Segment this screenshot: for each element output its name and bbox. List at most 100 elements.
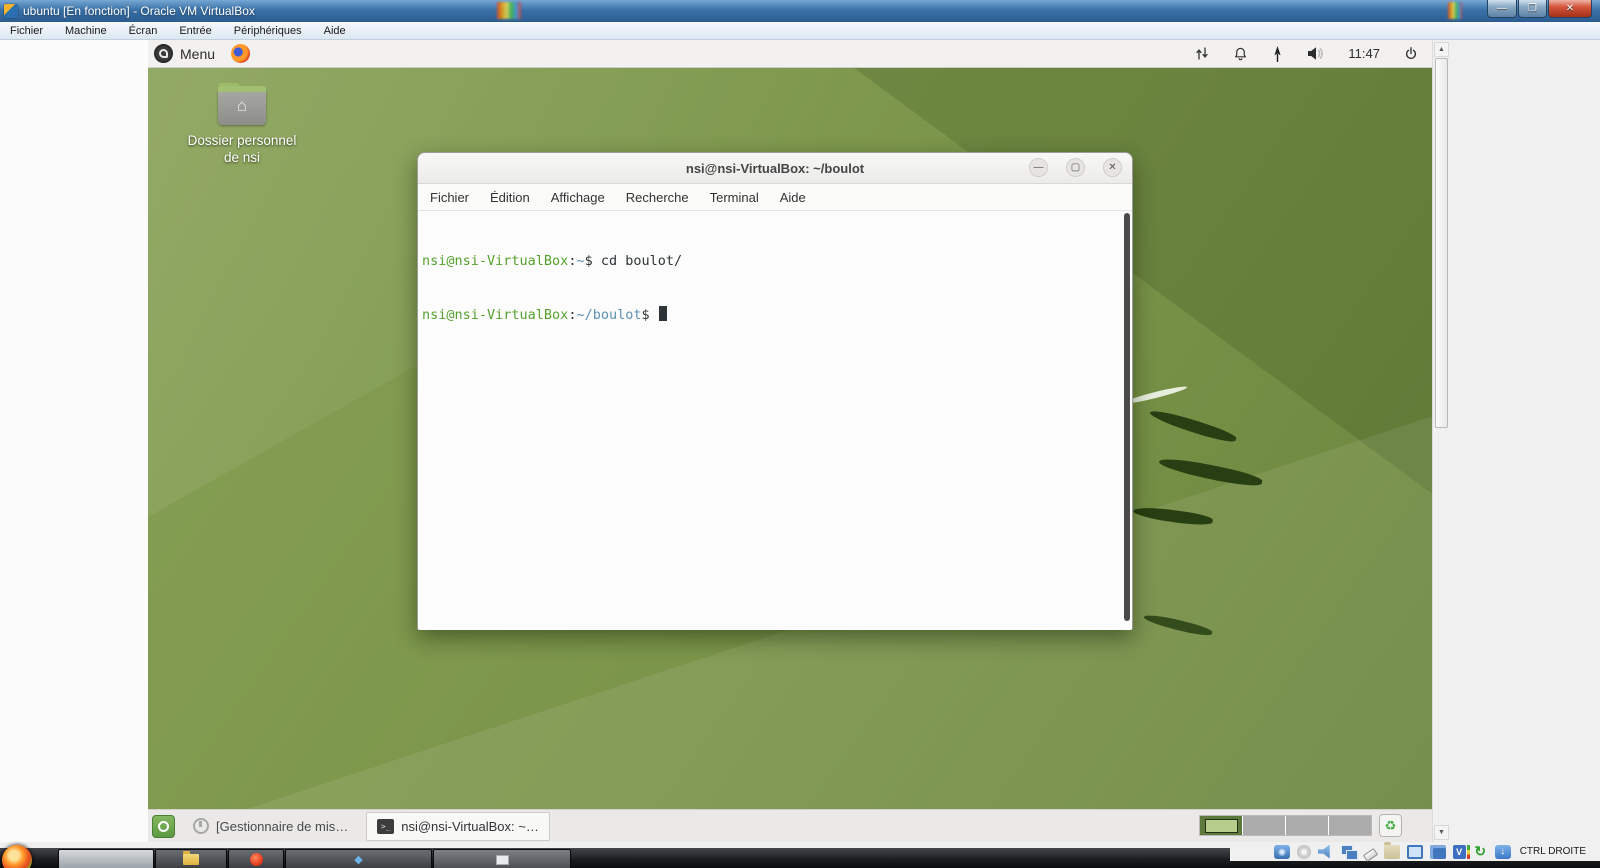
host-taskbar-button-app[interactable]: ◆	[285, 849, 432, 868]
host-taskbar-button-firefox[interactable]	[228, 849, 284, 868]
mint-taskbar-button[interactable]	[152, 814, 175, 838]
host-taskbar-button-window[interactable]	[433, 849, 571, 868]
recycle-icon: ♻	[1384, 817, 1397, 833]
terminal-menu-edition[interactable]: Édition	[490, 190, 530, 205]
vbox-statusbar: V ↻ ↓ CTRL DROITE	[1230, 841, 1600, 862]
features-stripe	[1466, 844, 1470, 859]
scroll-up-icon[interactable]: ▲	[1434, 42, 1449, 57]
status-mouse-integration-icon[interactable]: ↻	[1473, 843, 1488, 859]
aero-reflection	[497, 2, 521, 19]
firefox-icon	[249, 853, 263, 866]
terminal-menu-terminal[interactable]: Terminal	[710, 190, 759, 205]
host-menu-machine[interactable]: Machine	[65, 25, 107, 37]
status-shared-folders-icon[interactable]	[1383, 841, 1400, 859]
desktop-icon-label-line1: Dossier personnel	[187, 133, 297, 148]
host-menubar: Fichier Machine Écran Entrée Périphériqu…	[0, 22, 1600, 40]
terminal-window-controls: — ▢ ✕	[1029, 158, 1122, 177]
status-network-icon[interactable]	[1340, 844, 1358, 860]
scroll-down-icon[interactable]: ▼	[1434, 825, 1449, 840]
volume-icon[interactable]	[1307, 46, 1324, 61]
terminal-window: nsi@nsi-VirtualBox: ~/boulot — ▢ ✕ Fichi…	[417, 152, 1133, 630]
window-icon	[495, 854, 509, 865]
maximize-icon: ▢	[1070, 162, 1081, 173]
bluetooth-dart-icon[interactable]	[1272, 45, 1283, 62]
vm-client-area: Menu 11:47 ⌂ Dossier personnel de nsi ns…	[0, 40, 1600, 842]
update-manager-icon	[193, 818, 209, 834]
prompt-path: ~	[576, 253, 585, 269]
host-menu-peripheriques[interactable]: Périphériques	[234, 25, 302, 37]
workspace-1[interactable]	[1200, 816, 1242, 835]
host-key-label: CTRL DROITE	[1519, 846, 1586, 857]
guest-top-panel: Menu 11:47	[148, 40, 1432, 68]
prompt-dollar: $	[641, 307, 658, 323]
host-menu-entree[interactable]: Entrée	[179, 25, 211, 37]
taskbar-recycle-button[interactable]: ♻	[1379, 814, 1402, 837]
terminal-content[interactable]: nsi@nsi-VirtualBox:~$ cd boulot/ nsi@nsi…	[418, 211, 1132, 630]
terminal-menu-affichage[interactable]: Affichage	[551, 190, 605, 205]
wallpaper-grass-blade	[1157, 454, 1264, 490]
taskbar-item-terminal[interactable]: >_ nsi@nsi-VirtualBox: ~…	[366, 811, 550, 841]
status-features-icon[interactable]: V	[1452, 844, 1470, 859]
status-display-icon[interactable]	[1406, 844, 1423, 859]
host-menu-aide[interactable]: Aide	[324, 25, 346, 37]
terminal-maximize-button[interactable]: ▢	[1066, 158, 1085, 177]
panel-status-area: 11:47	[1195, 45, 1432, 62]
terminal-scrollbar[interactable]	[1124, 213, 1130, 621]
host-taskbar-button[interactable]	[58, 849, 154, 868]
desktop-icon-home[interactable]: ⌂ Dossier personnel de nsi	[156, 83, 328, 167]
host-titlebar[interactable]: ubuntu [En fonction] - Oracle VM Virtual…	[0, 0, 1600, 22]
terminal-title: nsi@nsi-VirtualBox: ~/boulot	[685, 160, 865, 176]
minimize-icon: —	[1497, 3, 1507, 14]
guest-display[interactable]: Menu 11:47 ⌂ Dossier personnel de nsi ns…	[148, 40, 1432, 842]
client-left-margin	[0, 40, 148, 842]
power-icon[interactable]	[1404, 46, 1418, 61]
status-recording-icon[interactable]	[1429, 844, 1446, 859]
terminal-cursor	[658, 306, 667, 321]
status-usb-icon[interactable]	[1362, 847, 1378, 862]
terminal-minimize-button[interactable]: —	[1029, 158, 1048, 177]
panel-clock[interactable]: 11:47	[1348, 46, 1380, 61]
taskbar-item-update-manager[interactable]: [Gestionnaire de mis…	[183, 813, 358, 840]
mint-logo-icon	[154, 44, 173, 63]
close-icon: ✕	[1565, 3, 1575, 14]
vm-vertical-scrollbar[interactable]: ▲ ▼	[1432, 40, 1449, 842]
prompt-user: nsi@nsi-VirtualBox	[422, 253, 569, 269]
desktop-icon-label: Dossier personnel de nsi	[156, 133, 328, 167]
terminal-line-1: nsi@nsi-VirtualBox:~$ cd boulot/	[422, 252, 1132, 270]
scrollbar-thumb[interactable]	[1435, 58, 1448, 428]
host-firefox-orb-icon[interactable]	[2, 845, 32, 868]
workspace-4[interactable]	[1329, 816, 1371, 835]
host-minimize-button[interactable]: —	[1487, 0, 1517, 18]
status-hdd-icon[interactable]	[1273, 844, 1290, 859]
host-window-title: ubuntu [En fonction] - Oracle VM Virtual…	[23, 4, 255, 18]
status-optical-disc-icon[interactable]	[1296, 844, 1311, 859]
screen: ubuntu [En fonction] - Oracle VM Virtual…	[0, 0, 1600, 868]
workspace-2[interactable]	[1243, 816, 1285, 835]
notifications-bell-icon[interactable]	[1233, 46, 1248, 62]
terminal-menu-recherche[interactable]: Recherche	[626, 190, 689, 205]
folder-icon	[183, 851, 199, 865]
terminal-close-button[interactable]: ✕	[1103, 158, 1122, 177]
home-glyph-icon: ⌂	[236, 96, 248, 115]
status-host-key-icon[interactable]: ↓	[1494, 844, 1511, 859]
taskbar-item-label: [Gestionnaire de mis…	[216, 818, 349, 834]
host-menu-ecran[interactable]: Écran	[129, 25, 158, 37]
workspace-switcher	[1199, 815, 1372, 836]
status-audio-icon[interactable]	[1317, 844, 1330, 859]
host-menu-fichier[interactable]: Fichier	[10, 25, 43, 37]
workspace-3[interactable]	[1286, 816, 1328, 835]
sync-arrows-icon[interactable]	[1195, 46, 1209, 61]
minimize-icon: —	[1033, 162, 1044, 173]
host-close-button[interactable]: ✕	[1548, 0, 1592, 18]
guest-taskbar: [Gestionnaire de mis… >_ nsi@nsi-Virtual…	[148, 809, 1432, 842]
firefox-icon[interactable]	[231, 44, 251, 63]
terminal-menu-fichier[interactable]: Fichier	[430, 190, 469, 205]
virtualbox-logo-icon	[4, 4, 18, 18]
host-maximize-button[interactable]: ❐	[1518, 0, 1547, 18]
command-text: cd boulot/	[592, 253, 683, 269]
terminal-menu-aide[interactable]: Aide	[780, 190, 806, 205]
menu-label: Menu	[180, 45, 216, 62]
host-taskbar-button-explorer[interactable]	[155, 849, 227, 868]
mint-menu-button[interactable]: Menu	[148, 40, 225, 68]
terminal-titlebar[interactable]: nsi@nsi-VirtualBox: ~/boulot — ▢ ✕	[418, 153, 1132, 184]
